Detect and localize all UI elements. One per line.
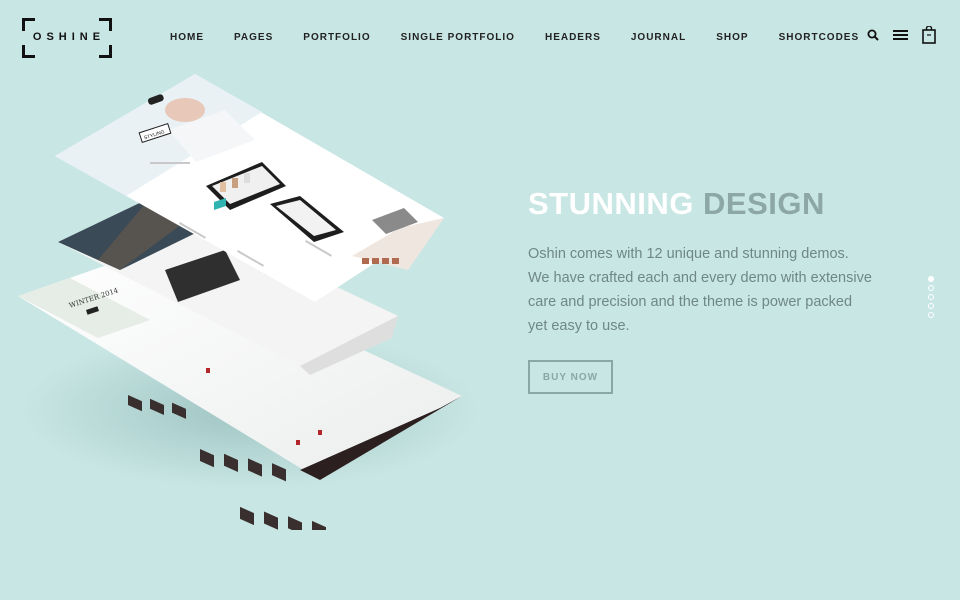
pager-dot-1[interactable]	[928, 276, 934, 282]
hero-description: Oshin comes with 12 unique and stunning …	[528, 246, 872, 334]
brand-logo[interactable]: OSHINE	[22, 18, 112, 58]
nav-headers[interactable]: HEADERS	[545, 32, 601, 43]
pager-dot-4[interactable]	[928, 303, 934, 309]
logo-corner	[99, 45, 112, 58]
search-icon[interactable]	[867, 29, 879, 41]
logo-corner	[99, 18, 112, 31]
pager-dot-2[interactable]	[928, 285, 934, 291]
menu-icon[interactable]	[893, 29, 908, 41]
nav-home[interactable]: HOME	[170, 32, 204, 43]
nav-journal[interactable]: JOURNAL	[631, 32, 686, 43]
pager-dot-3[interactable]	[928, 294, 934, 300]
slider-pager	[928, 276, 934, 318]
main-nav: HOME PAGES PORTFOLIO SINGLE PORTFOLIO HE…	[155, 32, 874, 43]
nav-shop[interactable]: SHOP	[716, 32, 748, 43]
logo-corner	[22, 18, 35, 31]
nav-pages[interactable]: PAGES	[234, 32, 273, 43]
nav-portfolio[interactable]: PORTFOLIO	[303, 32, 370, 43]
nav-shortcodes[interactable]: SHORTCODES	[779, 32, 860, 43]
shopping-bag-icon[interactable]	[922, 26, 936, 44]
pager-dot-5[interactable]	[928, 312, 934, 318]
logo-corner	[22, 45, 35, 58]
brand-name: OSHINE	[32, 31, 106, 43]
header-icons	[867, 26, 936, 44]
headline-part2: DESIGN	[703, 186, 825, 221]
layered-mockup-illustration: WINTER 2014 STYLING	[18, 74, 480, 530]
hero-headline: STUNNING DESIGN	[528, 186, 825, 222]
buy-now-button[interactable]: BUY NOW	[528, 360, 613, 394]
nav-single-portfolio[interactable]: SINGLE PORTFOLIO	[401, 32, 515, 43]
headline-part1: STUNNING	[528, 186, 694, 221]
